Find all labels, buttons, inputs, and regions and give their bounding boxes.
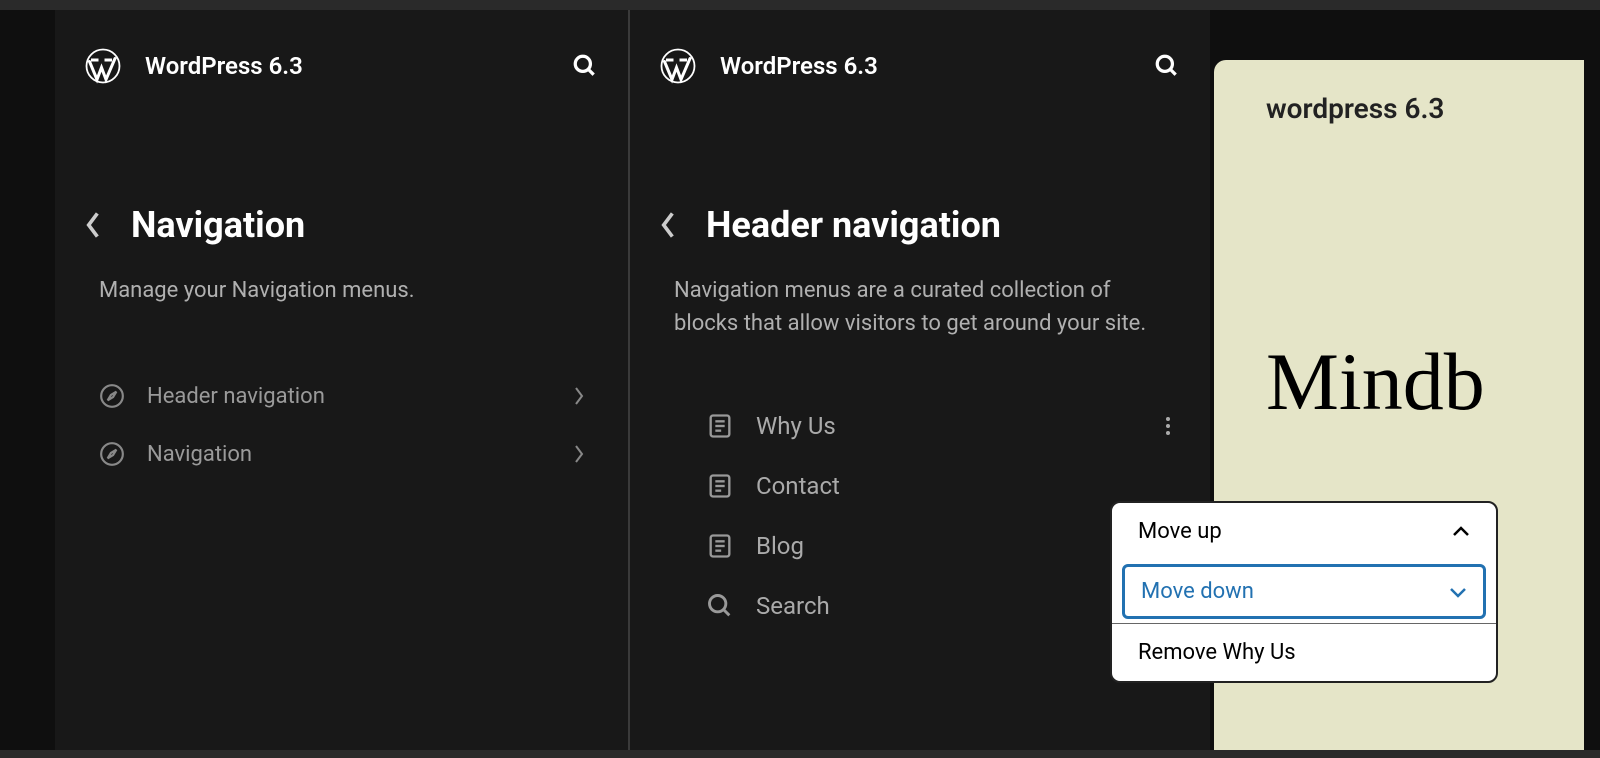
search-icon — [706, 592, 734, 620]
chevron-right-icon — [574, 387, 584, 405]
panel-header: WordPress 6.3 — [630, 10, 1210, 84]
block-item-search[interactable]: Search — [706, 576, 1180, 636]
block-item-contact[interactable]: Contact — [706, 456, 1180, 516]
chevron-right-icon — [574, 445, 584, 463]
compass-icon — [99, 383, 125, 409]
nav-list: Header navigation Navigation — [55, 367, 628, 483]
menu-item-move-down[interactable]: Move down — [1122, 564, 1486, 619]
compass-icon — [99, 441, 125, 467]
search-icon[interactable] — [1154, 53, 1180, 79]
page-icon — [706, 472, 734, 500]
block-actions-popover: Move up Move down Remove Why Us — [1110, 501, 1498, 683]
back-chevron-icon[interactable] — [85, 212, 101, 238]
app-container: WordPress 6.3 Navigation Manage your Nav… — [0, 10, 1600, 750]
nav-item-header-navigation[interactable]: Header navigation — [85, 367, 598, 425]
preview-heading: Mindb — [1266, 335, 1584, 429]
section-description: Navigation menus are a curated collectio… — [630, 246, 1210, 340]
search-icon[interactable] — [572, 53, 598, 79]
block-label: Why Us — [756, 412, 1134, 440]
preview-small-title: wordpress 6.3 — [1266, 92, 1584, 125]
section-title: Header navigation — [706, 204, 1001, 246]
panel-navigation: WordPress 6.3 Navigation Manage your Nav… — [55, 10, 630, 750]
chevron-up-icon — [1452, 526, 1470, 538]
menu-item-move-up[interactable]: Move up — [1112, 503, 1496, 560]
block-item-why-us[interactable]: Why Us — [706, 396, 1180, 456]
panel-header: WordPress 6.3 — [55, 10, 628, 84]
section-title: Navigation — [131, 204, 305, 246]
menu-item-label: Remove Why Us — [1138, 640, 1296, 665]
page-icon — [706, 412, 734, 440]
section-description: Manage your Navigation menus. — [55, 246, 628, 307]
section-header: Header navigation — [630, 204, 1210, 246]
nav-item-navigation[interactable]: Navigation — [85, 425, 598, 483]
nav-item-label: Navigation — [147, 442, 552, 467]
app-title: WordPress 6.3 — [720, 52, 1130, 80]
more-options-icon[interactable] — [1156, 414, 1180, 438]
wordpress-logo-icon — [85, 48, 121, 84]
block-item-blog[interactable]: Blog — [706, 516, 1180, 576]
menu-item-label: Move down — [1141, 579, 1254, 604]
block-label: Contact — [756, 472, 1180, 500]
menu-item-label: Move up — [1138, 519, 1222, 544]
app-title: WordPress 6.3 — [145, 52, 548, 80]
wordpress-logo-icon — [660, 48, 696, 84]
section-header: Navigation — [55, 204, 628, 246]
page-icon — [706, 532, 734, 560]
menu-item-remove[interactable]: Remove Why Us — [1112, 624, 1496, 681]
back-chevron-icon[interactable] — [660, 212, 676, 238]
nav-item-label: Header navigation — [147, 384, 552, 409]
chevron-down-icon — [1449, 586, 1467, 598]
